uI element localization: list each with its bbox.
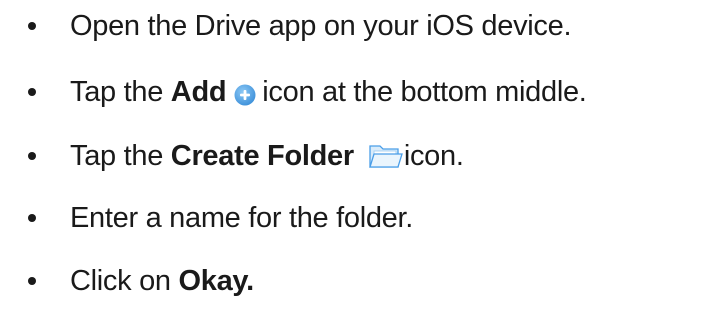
step-text-bold: Create Folder <box>170 139 354 172</box>
folder-icon <box>368 142 404 170</box>
bullet-dot <box>28 22 36 30</box>
bullet-dot <box>28 88 36 96</box>
step-text-plain: icon at the bottom middle. <box>262 75 587 108</box>
step-text-plain: Enter a name for the folder. <box>70 201 414 234</box>
step-text: Open the Drive app on your iOS device. <box>70 6 572 46</box>
bullet-dot <box>28 277 36 285</box>
step-text-plain: Click on <box>70 264 179 297</box>
step-text-plain: Tap the <box>70 75 171 108</box>
step-text-plain: Tap the <box>70 139 171 172</box>
step-text: Tap the Create Folder icon. <box>70 136 464 176</box>
step-text: Tap the Add icon at the bottom middle. <box>70 72 587 112</box>
step-text-plain: icon. <box>403 139 464 172</box>
step-text-plain: Open the Drive app on your iOS device. <box>70 9 572 42</box>
bullet-dot <box>28 214 36 222</box>
step-text: Click on Okay. <box>70 261 254 301</box>
add-circle-icon <box>234 81 256 106</box>
step-text-bold: Okay. <box>178 264 255 297</box>
step-text-bold: Add <box>170 75 227 108</box>
bullet-dot <box>28 152 36 160</box>
step-text: Enter a name for the folder. <box>70 198 413 238</box>
